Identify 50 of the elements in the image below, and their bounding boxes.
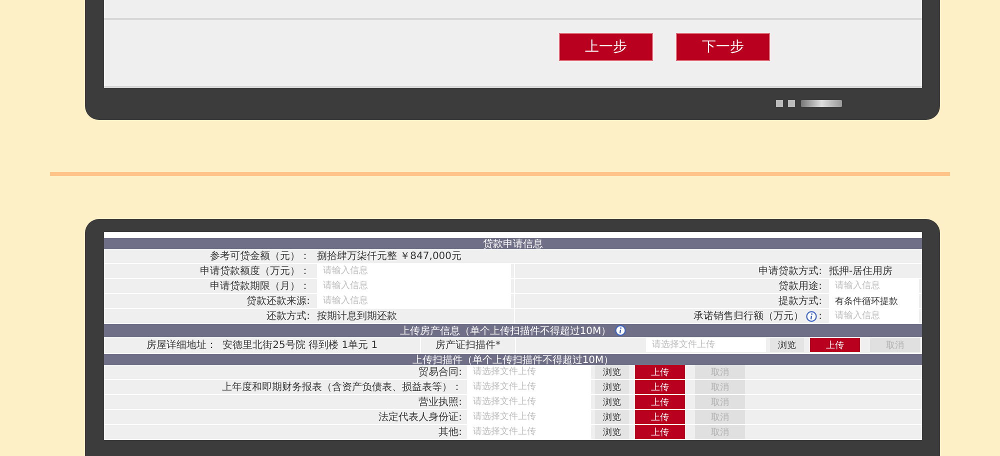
browse-button[interactable]: 浏览 (595, 365, 629, 379)
file-input-field[interactable]: 请选择文件上传 (646, 338, 766, 352)
field-value: 按期计息到期还款 (317, 310, 397, 323)
field-value: 抵押-居住用房 (829, 264, 893, 278)
step-button[interactable]: 下一步 (676, 33, 770, 61)
input-field[interactable]: 有条件循环提款 (829, 294, 919, 308)
upload-button[interactable]: 上传 (635, 365, 685, 379)
address-text: 房屋详细地址： 安德里北街25号院 得到楼 1单元 1 (104, 337, 421, 353)
field-label: 申请贷款期限（月）： (209, 280, 311, 293)
input-field[interactable]: 请输入信息 (317, 279, 511, 293)
field-value: 捌拾肆万柒仟元整 ￥847,000元 (317, 250, 462, 263)
field-label: 上年度和即期财务报表（含资产负债表、损益表等）： (221, 380, 463, 394)
file-input-field[interactable]: 请选择文件上传 (467, 395, 591, 409)
section-title: 上传扫描件（单个上传扫描件不得超过10M） (412, 354, 614, 366)
input-field[interactable]: 请输入信息 (829, 309, 919, 323)
browse-button[interactable]: 浏览 (770, 338, 804, 352)
upload-button[interactable]: 上传 (635, 380, 685, 394)
upload-button[interactable]: 上传 (635, 425, 685, 439)
browse-button[interactable]: 浏览 (595, 425, 629, 439)
field-label: 房产证扫描件* (421, 337, 516, 353)
field-label: 贸易合同: (418, 366, 463, 379)
file-input-field[interactable]: 请选择文件上传 (467, 380, 591, 394)
input-field[interactable]: 请输入信息 (829, 279, 919, 293)
indicator-lights-drawing (776, 100, 842, 108)
section-title: 上传房产信息（单个上传扫描件不得超过10M） (400, 324, 612, 338)
field-label: 营业执照: (418, 396, 463, 409)
input-field[interactable]: 请输入信息 (317, 294, 511, 308)
input-field[interactable]: 请输入信息 (317, 264, 511, 278)
step-button[interactable]: 上一步 (559, 33, 653, 61)
upload-button[interactable]: 上传 (635, 410, 685, 424)
field-label: 还款方式: (266, 310, 311, 323)
file-input-field[interactable]: 请选择文件上传 (467, 425, 591, 439)
file-input-field[interactable]: 请选择文件上传 (467, 410, 591, 424)
field-label: 贷款用途: (514, 279, 826, 293)
field-label: 申请贷款方式: (514, 264, 826, 278)
browse-button[interactable]: 浏览 (595, 410, 629, 424)
field-label: 提款方式: (514, 294, 826, 308)
colon-label: : (818, 310, 822, 322)
field-label: 申请贷款额度（万元）： (199, 264, 311, 278)
field-label: 参考可贷金额（元）： (209, 250, 311, 263)
file-input-field[interactable]: 请选择文件上传 (467, 365, 591, 379)
section-title: 贷款申请信息 (483, 238, 543, 250)
upload-button[interactable]: 上传 (635, 395, 685, 409)
browse-button[interactable]: 浏览 (595, 380, 629, 394)
field-label: 贷款还款来源: (246, 294, 311, 308)
browse-button[interactable]: 浏览 (595, 395, 629, 409)
field-label: 其他: (438, 426, 463, 439)
field-label: 承诺销售归行额（万元） (694, 310, 804, 323)
upload-button[interactable]: 上传 (810, 338, 860, 352)
field-label: 法定代表人身份证: (378, 410, 463, 424)
